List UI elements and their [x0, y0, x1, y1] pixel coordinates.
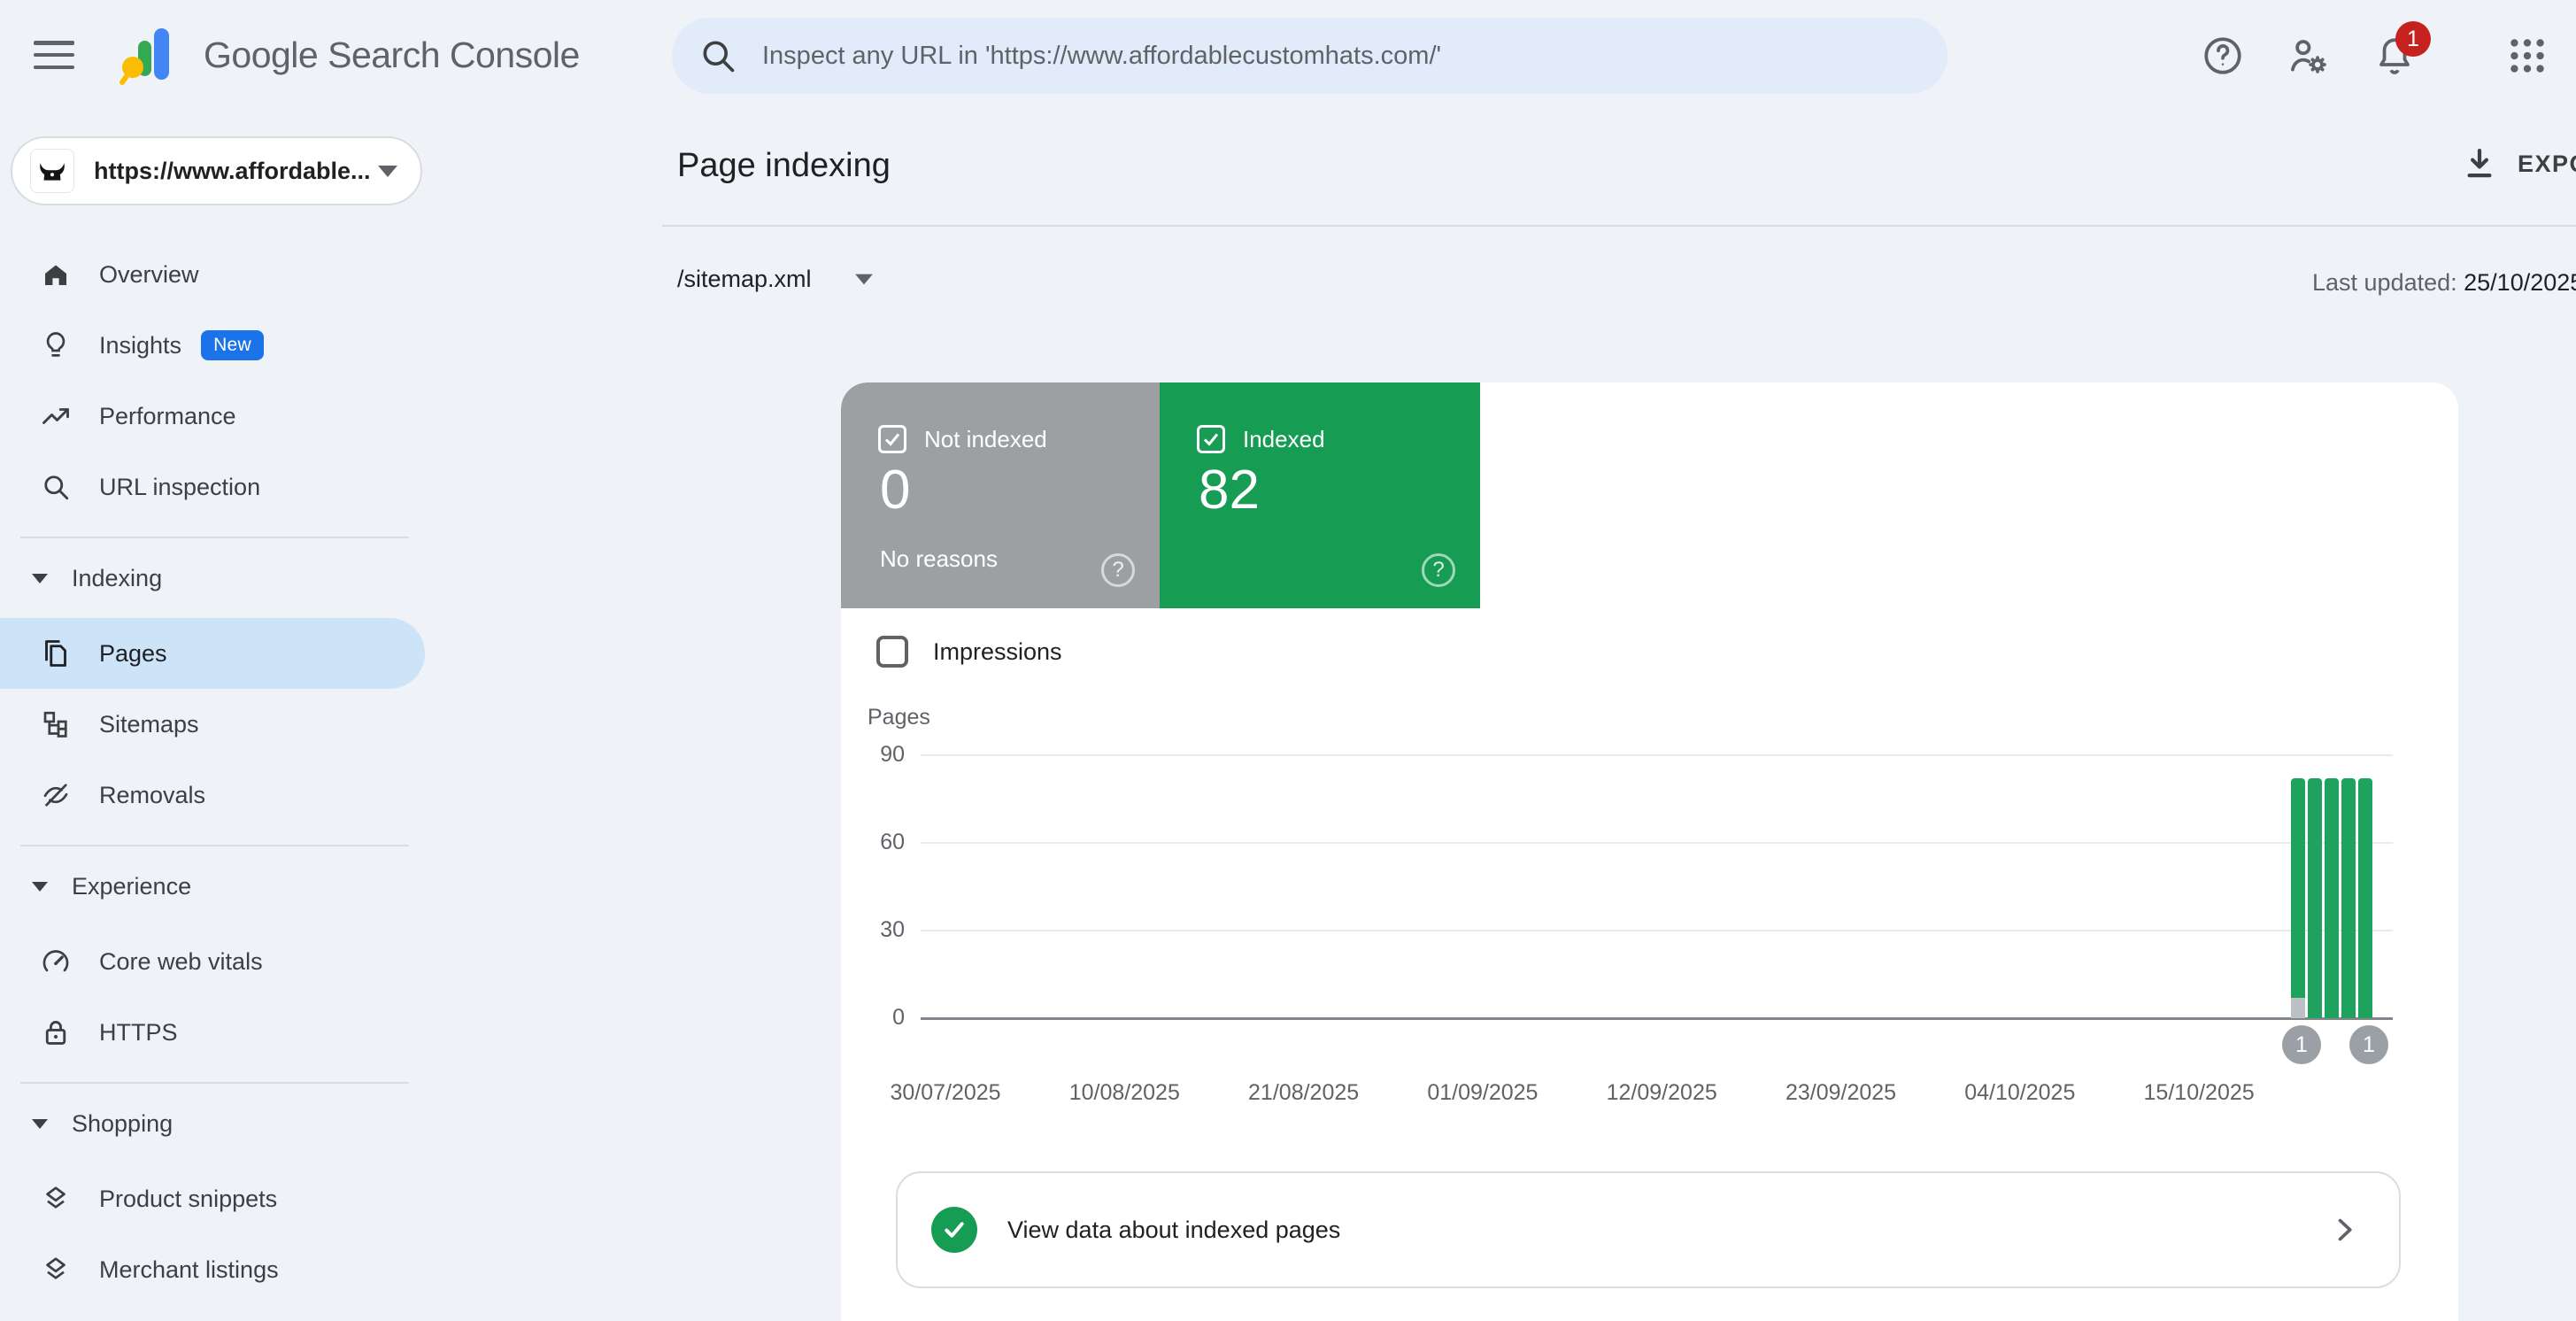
last-updated: Last updated: 25/10/2025: [2312, 269, 2576, 297]
sitemap-filter-dropdown[interactable]: /sitemap.xml: [677, 266, 874, 293]
property-url: https://www.affordable...: [94, 158, 378, 185]
x-tick-label: 04/10/2025: [1923, 1080, 2117, 1106]
sidebar-item-url-inspection[interactable]: URL inspection: [0, 452, 462, 522]
sidebar-item-insights[interactable]: Insights New: [0, 310, 462, 381]
pages-icon: [40, 637, 72, 669]
export-button[interactable]: EXPORT: [2461, 145, 2576, 182]
chart-bar-not-indexed-segment: [2291, 998, 2305, 1018]
sidebar-section-indexing[interactable]: Indexing: [0, 538, 462, 618]
chart-bar[interactable]: [2308, 778, 2322, 1018]
gridline-0: [921, 1017, 2393, 1020]
menu-icon[interactable]: [34, 37, 74, 73]
annotation-chip[interactable]: 1: [2282, 1025, 2321, 1064]
x-tick-label: 23/09/2025: [1744, 1080, 1939, 1106]
apps-grid-icon[interactable]: [2505, 34, 2549, 78]
y-tick-label: 30: [841, 917, 905, 943]
header-divider: [662, 225, 2576, 227]
app-title: Google Search Console: [204, 35, 580, 76]
google-search-console-app: Google Search Console: [0, 0, 2576, 1321]
search-console-logo-icon: [117, 23, 181, 87]
collapse-arrow-icon: [32, 574, 48, 583]
chart-bar[interactable]: [2341, 778, 2356, 1018]
sidebar: https://www.affordable... Overview Insig…: [0, 113, 462, 1321]
trending-up-icon: [40, 400, 72, 432]
x-tick-label: 21/08/2025: [1207, 1080, 1401, 1106]
gridline-90: [921, 754, 2393, 756]
collapse-arrow-icon: [32, 882, 48, 892]
sidebar-section-shopping[interactable]: Shopping: [0, 1084, 462, 1163]
page-indexing-panel: Not indexed 0 No reasons ? Indexed 82 ? …: [841, 382, 2458, 1321]
notifications-bell-icon[interactable]: 1: [2372, 34, 2417, 78]
top-app-bar: Google Search Console: [0, 0, 2576, 113]
chevron-down-icon: [378, 166, 397, 177]
view-indexed-data-banner[interactable]: View data about indexed pages: [896, 1171, 2401, 1288]
app-logo[interactable]: Google Search Console: [117, 23, 580, 87]
x-tick-label: 30/07/2025: [848, 1080, 1043, 1106]
y-tick-label: 60: [841, 830, 905, 855]
x-tick-label: 01/09/2025: [1385, 1080, 1580, 1106]
url-inspection-searchbar[interactable]: [672, 18, 1947, 94]
chart-bar[interactable]: [2358, 778, 2372, 1018]
download-icon: [2461, 145, 2498, 182]
x-tick-label: 12/09/2025: [1564, 1080, 1759, 1106]
y-axis-label: Pages: [868, 705, 930, 730]
eye-off-icon: [40, 779, 72, 811]
y-tick-label: 0: [841, 1005, 905, 1031]
chart-bar[interactable]: [2325, 778, 2339, 1018]
check-circle-icon: [931, 1207, 977, 1253]
search-icon: [698, 36, 737, 75]
sidebar-item-performance[interactable]: Performance: [0, 381, 462, 452]
collapse-arrow-icon: [32, 1119, 48, 1129]
sidebar-item-overview[interactable]: Overview: [0, 239, 462, 310]
magnifier-icon: [40, 471, 72, 503]
annotation-chip[interactable]: 1: [2349, 1025, 2388, 1064]
chevron-down-icon: [855, 274, 873, 285]
x-tick-label: 10/08/2025: [1027, 1080, 1222, 1106]
layers-icon: [40, 1183, 72, 1215]
y-tick-label: 90: [841, 742, 905, 768]
lightbulb-icon: [40, 329, 72, 361]
lock-icon: [40, 1016, 72, 1048]
property-favicon: [30, 149, 74, 193]
new-badge: New: [201, 330, 264, 360]
main-content: Page indexing EXPORT /sitemap.xml Last u…: [462, 113, 2576, 1321]
x-tick-label: 15/10/2025: [2102, 1080, 2296, 1106]
home-icon: [40, 259, 72, 290]
sidebar-item-merchant-listings[interactable]: Merchant listings: [0, 1234, 462, 1305]
sidebar-item-product-snippets[interactable]: Product snippets: [0, 1163, 462, 1234]
sidebar-item-sitemaps[interactable]: Sitemaps: [0, 689, 462, 760]
speedometer-icon: [40, 946, 72, 977]
sidebar-item-pages[interactable]: Pages: [0, 618, 425, 689]
chart-bar[interactable]: [2291, 778, 2305, 1018]
chevron-right-icon[interactable]: [2328, 1214, 2360, 1246]
sidebar-nav: Overview Insights New Performance: [0, 239, 462, 1305]
search-input[interactable]: [760, 41, 1921, 72]
sidebar-item-core-web-vitals[interactable]: Core web vitals: [0, 926, 462, 997]
gridline-60: [921, 842, 2393, 844]
sitemap-tree-icon: [40, 708, 72, 740]
page-title: Page indexing: [677, 147, 891, 185]
help-icon[interactable]: [2201, 34, 2245, 78]
user-settings-icon[interactable]: [2286, 34, 2330, 78]
sidebar-item-https[interactable]: HTTPS: [0, 997, 462, 1068]
sidebar-item-removals[interactable]: Removals: [0, 760, 462, 830]
property-selector[interactable]: https://www.affordable...: [11, 136, 422, 205]
gridline-30: [921, 930, 2393, 931]
notification-badge: 1: [2395, 21, 2431, 57]
sidebar-section-experience[interactable]: Experience: [0, 846, 462, 926]
layers-icon: [40, 1254, 72, 1286]
